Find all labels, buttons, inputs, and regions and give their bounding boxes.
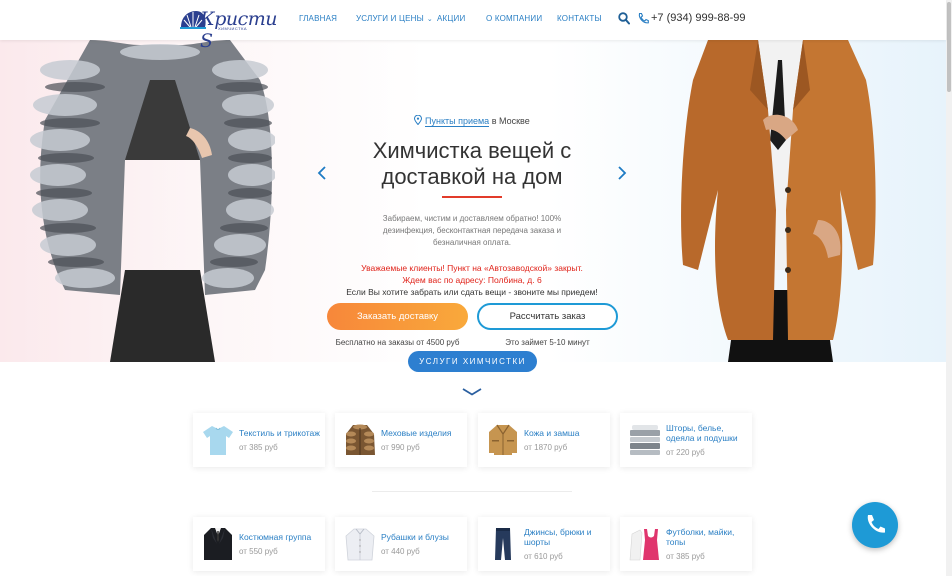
service-price: от 220 руб xyxy=(666,448,705,457)
location-pin-icon xyxy=(414,115,422,125)
service-name: Рубашки и блузы xyxy=(381,532,449,542)
service-card-fur[interactable]: Меховые изделия от 990 руб xyxy=(335,413,467,467)
shirt-icon xyxy=(345,528,375,561)
service-card-shirts[interactable]: Рубашки и блузы от 440 руб xyxy=(335,517,467,571)
service-price: от 385 руб xyxy=(239,443,278,452)
notice-closed: Уважаемые клиенты! Пункт на «Автозаводск… xyxy=(361,263,583,273)
phone-handset-icon xyxy=(867,515,885,533)
header: Кристи S ХИМЧИСТКА Главная Услуги и цены… xyxy=(0,0,946,52)
suit-icon xyxy=(204,528,232,560)
service-price: от 610 руб xyxy=(524,552,563,561)
woman-fur-coat-image xyxy=(30,40,275,362)
search-icon[interactable] xyxy=(618,12,630,25)
phone-icon xyxy=(638,12,649,24)
calculation-time-note: Это займет 5-10 минут xyxy=(505,338,590,347)
service-name: Футболки, майки, топы xyxy=(666,527,735,547)
fur-coat-icon xyxy=(346,424,375,455)
page: Кристи S ХИМЧИСТКА Главная Услуги и цены… xyxy=(0,0,952,576)
service-price: от 1870 руб xyxy=(524,443,568,452)
dry-cleaning-services-button[interactable]: Услуги химчистки xyxy=(408,351,537,372)
top-icon xyxy=(629,529,659,561)
chevron-down-icon[interactable] xyxy=(462,388,482,396)
calculate-order-button[interactable]: Рассчитать заказ xyxy=(477,303,618,330)
jeans-icon xyxy=(495,528,511,560)
service-card-leather[interactable]: Кожа и замша от 1870 руб xyxy=(478,413,610,467)
tshirt-icon xyxy=(203,426,233,455)
service-card-tops[interactable]: Футболки, майки, топы от 385 руб xyxy=(620,517,752,571)
service-name: Меховые изделия xyxy=(381,428,452,438)
service-card-suit[interactable]: Костюмная группа от 550 руб xyxy=(193,517,325,571)
call-button[interactable] xyxy=(852,502,898,548)
service-price: от 440 руб xyxy=(381,547,420,556)
pickup-points-link[interactable]: Пункты приема xyxy=(425,116,490,127)
linen-icon xyxy=(630,425,660,455)
logo[interactable]: Кристи S ХИМЧИСТКА xyxy=(178,5,278,52)
title-underline xyxy=(442,196,502,198)
chevron-down-icon: ⌄ xyxy=(426,16,433,23)
nav-about[interactable]: О компании xyxy=(486,14,542,23)
nav-home[interactable]: Главная xyxy=(299,14,337,23)
nav-promotions[interactable]: Акции xyxy=(437,14,465,23)
logo-subtitle: ХИМЧИСТКА xyxy=(218,26,248,31)
nav-services[interactable]: Услуги и цены ⌄ xyxy=(356,14,433,23)
pickup-location-city: в Москве xyxy=(489,116,530,126)
service-name: Текстиль и трикотаж xyxy=(239,428,320,438)
service-name: Костюмная группа xyxy=(239,532,312,542)
service-price: от 385 руб xyxy=(666,552,705,561)
notice-call: Если Вы хотите забрать или сдать вещи - … xyxy=(346,287,598,297)
pickup-location: Пункты приема в Москве xyxy=(414,115,530,127)
hero-slider: Пункты приема в Москве Химчистка вещей с… xyxy=(0,40,946,362)
scrollbar-thumb[interactable] xyxy=(947,2,951,92)
free-delivery-note: Бесплатно на заказы от 4500 руб xyxy=(335,338,460,347)
service-name: Шторы, белье, одеяла и подушки xyxy=(666,423,738,443)
service-name: Джинсы, брюки и шорты xyxy=(524,527,592,547)
service-price: от 990 руб xyxy=(381,443,420,452)
phone-number[interactable]: +7 (934) 999-88-99 xyxy=(651,12,745,24)
order-delivery-button[interactable]: Заказать доставку xyxy=(327,303,468,330)
nav-services-label: Услуги и цены xyxy=(356,14,424,23)
notice-address: Ждем вас по адресу: Полбина, д. 6 xyxy=(402,275,542,285)
nav-contacts[interactable]: Контакты xyxy=(557,14,602,23)
service-card-jeans[interactable]: Джинсы, брюки и шорты от 610 руб xyxy=(478,517,610,571)
service-name: Кожа и замша xyxy=(524,428,580,438)
hero-description: Забираем, чистим и доставляем обратно! 1… xyxy=(382,214,562,247)
service-card-textile[interactable]: Текстиль и трикотаж от 385 руб xyxy=(193,413,325,467)
man-camel-coat-image xyxy=(681,40,876,362)
service-card-linen[interactable]: Шторы, белье, одеяла и подушки от 220 ру… xyxy=(620,413,752,467)
service-price: от 550 руб xyxy=(239,547,278,556)
leather-jacket-icon xyxy=(489,424,517,455)
hero-title: Химчистка вещей с доставкой на дом xyxy=(372,138,572,189)
section-divider xyxy=(372,491,572,492)
